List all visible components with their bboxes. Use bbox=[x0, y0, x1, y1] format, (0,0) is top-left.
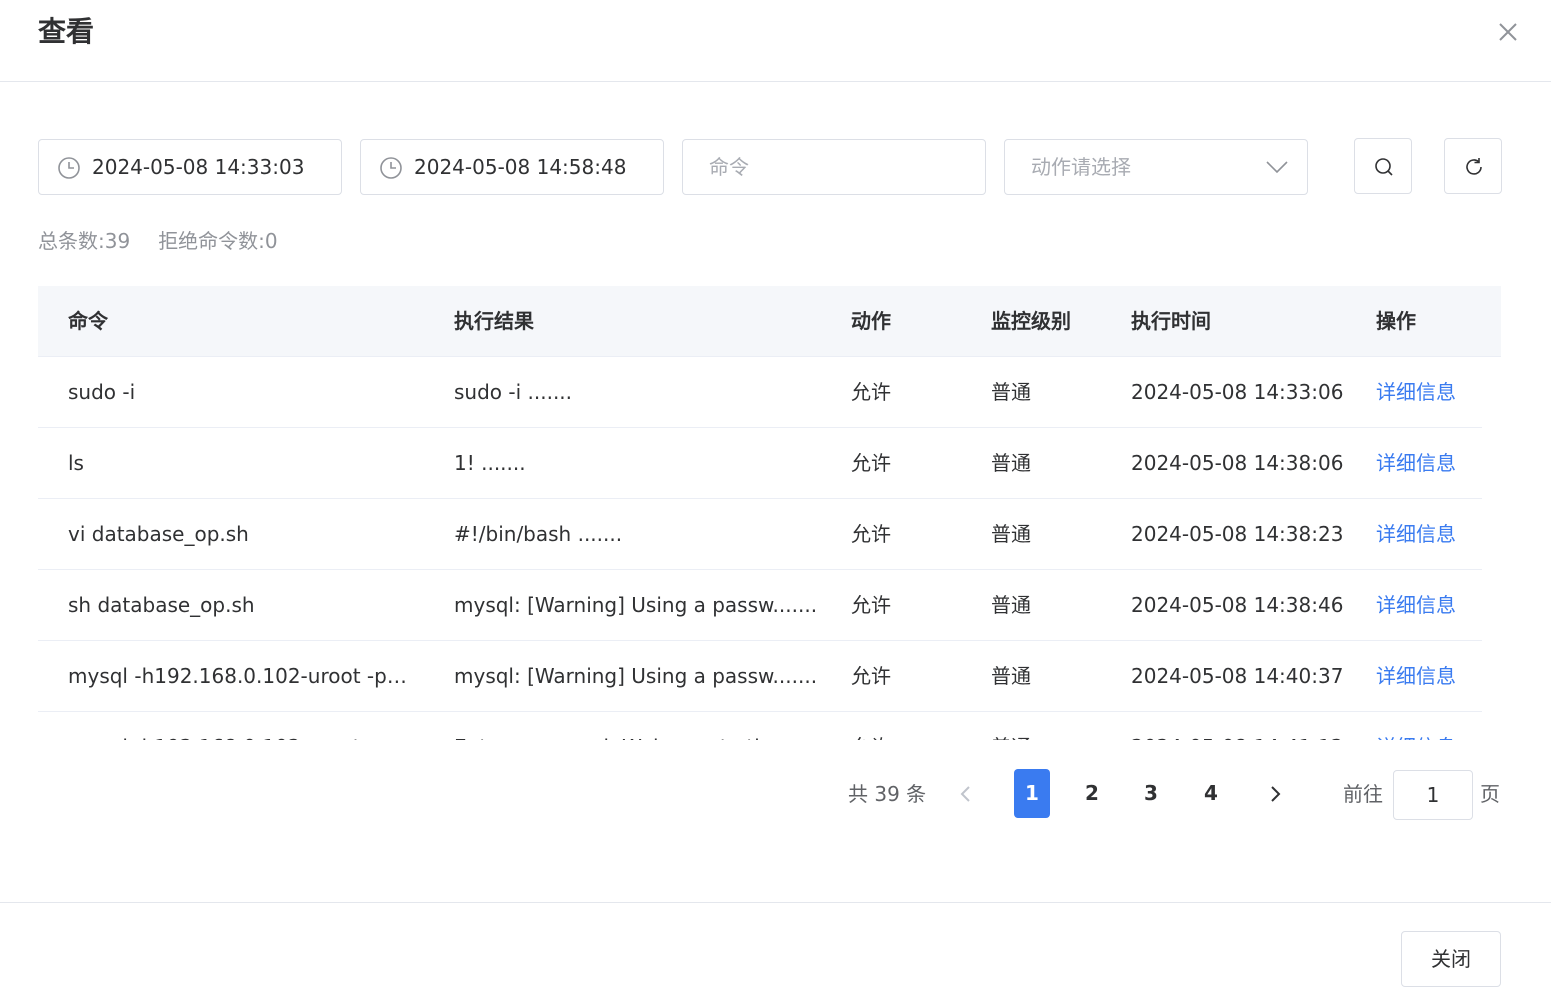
start-time-picker[interactable]: 2024-05-08 14:33:03 bbox=[38, 139, 342, 195]
search-button[interactable] bbox=[1354, 138, 1412, 194]
cell-level: 普通 bbox=[991, 451, 1031, 475]
cell-command: mysql -h192.168.0.102-uroot -pTw… bbox=[68, 664, 413, 688]
page-button-4[interactable]: 4 bbox=[1193, 769, 1229, 818]
cell-time: 2024-05-08 14:38:23 bbox=[1131, 522, 1344, 546]
action-select[interactable]: 动作请选择 bbox=[1004, 139, 1308, 195]
prev-page-icon[interactable] bbox=[954, 782, 978, 806]
header-time: 执行时间 bbox=[1131, 309, 1211, 333]
cell-result: mysql: [Warning] Using a passw....... bbox=[454, 593, 818, 617]
page-button-3[interactable]: 3 bbox=[1133, 769, 1169, 818]
cell-time: 2024-05-08 14:33:06 bbox=[1131, 380, 1344, 404]
cell-command: vi database_op.sh bbox=[68, 522, 249, 546]
table-row: sh database_op.sh mysql: [Warning] Using… bbox=[38, 570, 1482, 641]
details-link[interactable]: 详细信息 bbox=[1376, 357, 1456, 427]
table-row: sudo -i sudo -i ....... 允许 普通 2024-05-08… bbox=[38, 357, 1482, 428]
cell-result: sudo -i ....... bbox=[454, 380, 573, 404]
table-row: mysql -h192.168.0.102-uroot -pTw… mysql:… bbox=[38, 641, 1482, 712]
header-command: 命令 bbox=[68, 309, 108, 333]
end-time-value: 2024-05-08 14:58:48 bbox=[414, 155, 627, 179]
command-input[interactable]: 命令 bbox=[682, 139, 986, 195]
cell-time: 2024-05-08 14:38:46 bbox=[1131, 593, 1344, 617]
close-button[interactable]: 关闭 bbox=[1401, 931, 1501, 987]
table-row: mysql -h192.168.0.102-uroot Enter passwo… bbox=[38, 712, 1482, 740]
header-level: 监控级别 bbox=[991, 309, 1071, 333]
cell-time: 2024-05-08 14:41:12 bbox=[1131, 712, 1343, 740]
total-count: 总条数:39 bbox=[38, 229, 131, 253]
goto-page-input[interactable]: 1 bbox=[1393, 770, 1473, 820]
next-page-icon[interactable] bbox=[1263, 782, 1287, 806]
action-placeholder: 动作请选择 bbox=[1031, 155, 1131, 179]
cell-action: 允许 bbox=[851, 664, 891, 688]
chevron-down-icon bbox=[1266, 161, 1288, 174]
dialog-title: 查看 bbox=[38, 15, 95, 48]
cell-command: sh database_op.sh bbox=[68, 593, 255, 617]
cell-time: 2024-05-08 14:38:06 bbox=[1131, 451, 1344, 475]
details-link[interactable]: 详细信息 bbox=[1376, 712, 1456, 740]
table-row: ls 1! ....... 允许 普通 2024-05-08 14:38:06 … bbox=[38, 428, 1482, 499]
table-header: 命令 执行结果 动作 监控级别 执行时间 操作 bbox=[38, 286, 1501, 357]
cell-level: 普通 bbox=[991, 593, 1031, 617]
table-row: vi database_op.sh #!/bin/bash ....... 允许… bbox=[38, 499, 1482, 570]
details-link[interactable]: 详细信息 bbox=[1376, 428, 1456, 498]
cell-command: mysql -h192.168.0.102-uroot bbox=[68, 712, 413, 740]
cell-action: 允许 bbox=[851, 451, 891, 475]
page-button-1[interactable]: 1 bbox=[1014, 769, 1050, 818]
refresh-button[interactable] bbox=[1444, 138, 1502, 194]
cell-level: 普通 bbox=[991, 380, 1031, 404]
end-time-picker[interactable]: 2024-05-08 14:58:48 bbox=[360, 139, 664, 195]
cell-level: 普通 bbox=[991, 712, 1031, 740]
stats-summary: 总条数:39 拒绝命令数:0 bbox=[38, 226, 278, 256]
cell-level: 普通 bbox=[991, 664, 1031, 688]
cell-action: 允许 bbox=[851, 380, 891, 404]
cell-level: 普通 bbox=[991, 522, 1031, 546]
cell-time: 2024-05-08 14:40:37 bbox=[1131, 664, 1344, 688]
cell-result: Enter password: Welcome to the bbox=[454, 712, 834, 740]
close-icon[interactable] bbox=[1494, 18, 1522, 46]
clock-icon bbox=[380, 157, 402, 179]
pagination-total: 共 39 条 bbox=[848, 782, 927, 806]
clock-icon bbox=[58, 157, 80, 179]
goto-prefix: 前往 bbox=[1343, 782, 1383, 806]
details-link[interactable]: 详细信息 bbox=[1376, 570, 1456, 640]
cell-result: #!/bin/bash ....... bbox=[454, 522, 623, 546]
command-table: 命令 执行结果 动作 监控级别 执行时间 操作 sudo -i sudo -i … bbox=[38, 286, 1501, 740]
details-link[interactable]: 详细信息 bbox=[1376, 499, 1456, 569]
cell-result: 1! ....... bbox=[454, 451, 526, 475]
rejected-count: 拒绝命令数:0 bbox=[158, 229, 278, 253]
start-time-value: 2024-05-08 14:33:03 bbox=[92, 155, 305, 179]
goto-suffix: 页 bbox=[1480, 782, 1500, 806]
cell-action: 允许 bbox=[851, 522, 891, 546]
cell-result: mysql: [Warning] Using a passw....... bbox=[454, 664, 818, 688]
dialog-header: 查看 bbox=[0, 0, 1551, 82]
search-icon bbox=[1375, 158, 1393, 176]
page-button-2[interactable]: 2 bbox=[1074, 769, 1110, 818]
header-result: 执行结果 bbox=[454, 309, 534, 333]
details-link[interactable]: 详细信息 bbox=[1376, 641, 1456, 711]
footer-divider bbox=[0, 902, 1551, 903]
cell-command: sudo -i bbox=[68, 380, 136, 404]
cell-command: ls bbox=[68, 451, 84, 475]
header-operation: 操作 bbox=[1376, 309, 1416, 333]
cell-action: 允许 bbox=[851, 593, 891, 617]
command-placeholder: 命令 bbox=[709, 155, 749, 179]
cell-action: 允许 bbox=[851, 712, 891, 740]
refresh-icon bbox=[1466, 158, 1482, 175]
header-action: 动作 bbox=[851, 309, 891, 333]
